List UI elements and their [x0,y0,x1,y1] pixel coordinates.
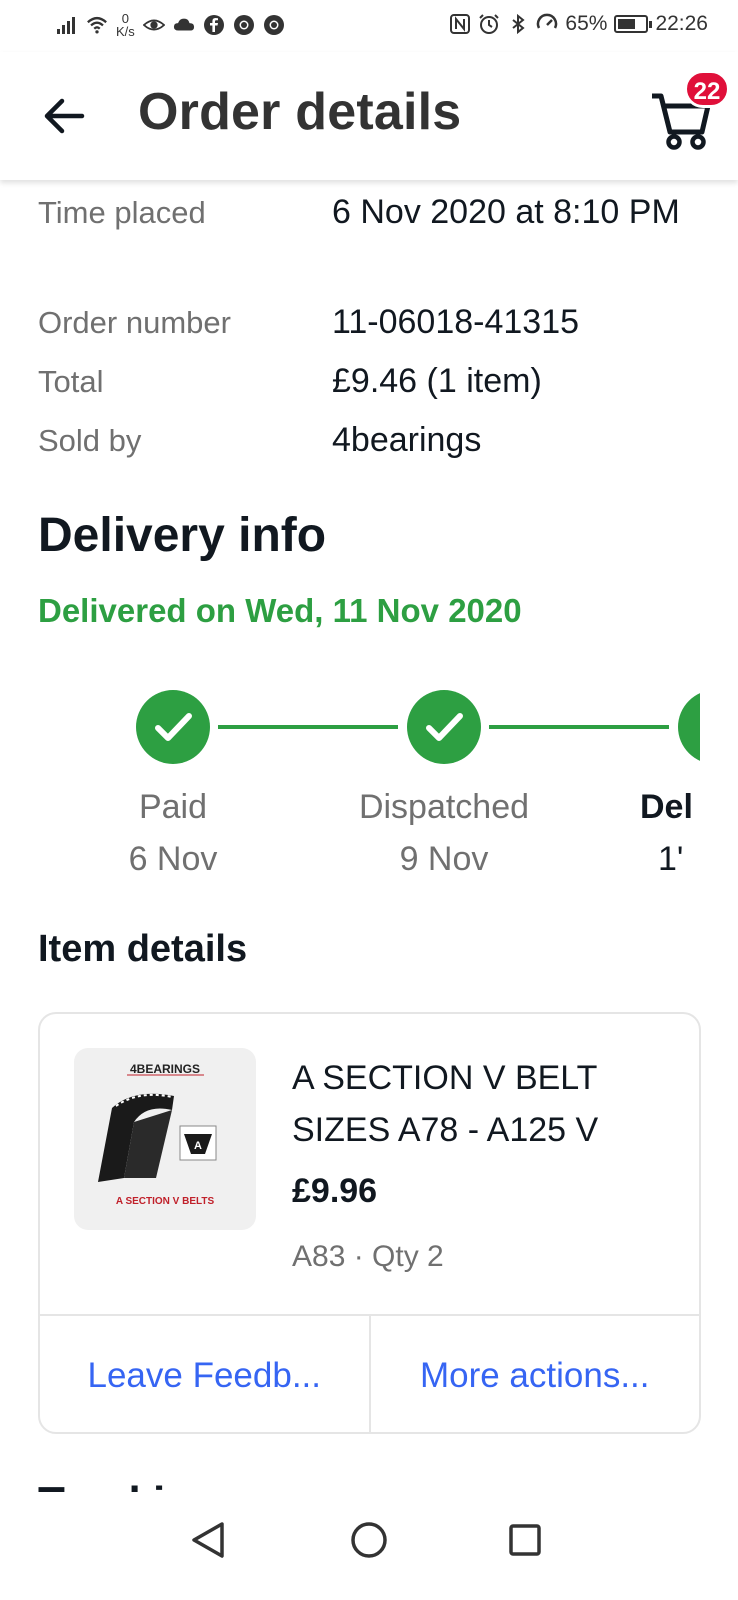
item-title[interactable]: A SECTION V BELT SIZES A78 - A125 V [292,1052,672,1156]
check-icon [426,713,463,741]
time-placed-value: 6 Nov 2020 at 8:10 PM [332,193,680,231]
step-paid-check [136,690,210,764]
chrome-icon [233,15,254,35]
alarm-icon [479,14,500,34]
belt-product-image: 4BEARINGS A A SECTION V BELTS [98,1062,217,1207]
check-icon [155,713,192,741]
sold-by-label: Sold by [38,423,142,458]
order-number-label: Order number [38,305,231,340]
seller-link[interactable]: 4bearings [332,414,692,467]
step-delivered-check [678,690,700,764]
nav-home-icon[interactable] [339,1510,399,1570]
step-dispatched-date: 9 Nov [399,840,489,878]
cart-count-badge: 22 [684,70,730,108]
step-paid-label: Paid [138,788,208,826]
time-placed-label: Time placed [38,195,206,230]
item-actions: Leave Feedb... More actions... [40,1314,700,1432]
back-arrow-icon[interactable] [38,90,90,142]
cloud-icon [173,18,194,31]
delivery-tracker: Paid 6 Nov Dispatched 9 Nov Del 1' [0,680,700,900]
app-header: Order details 22 [0,52,738,180]
status-bar-right-icons: 65% 22:26 [449,12,708,36]
total-label: Total [38,364,104,399]
leave-feedback-button[interactable]: Leave Feedb... [40,1316,369,1432]
data-saver-icon [537,13,558,29]
delivery-status: Delivered on Wed, 11 Nov 2020 [38,592,522,629]
facebook-icon [203,15,224,35]
step-dispatched-check [407,690,481,764]
order-number-row: Order number 11-06018-41315 [38,296,698,349]
step-dispatched-label: Dispatched [358,788,530,826]
item-price: £9.96 [292,1172,378,1210]
item-variant-qty: A83 · Qty 2 [292,1240,444,1273]
item-details-title: Item details [38,928,248,970]
thumb-badge: A [194,1140,202,1152]
step-connector-1 [218,725,398,729]
step-delivered-label: Del [640,788,693,826]
status-bar-left-icons: 0 K/s [56,12,285,38]
clock: 22:26 [655,12,708,35]
order-number-value: 11-06018-41315 [332,303,580,341]
thumb-brand: 4BEARINGS [130,1062,200,1076]
status-bar: 0 K/s 65% 22:26 [0,0,738,52]
item-card[interactable]: 4BEARINGS A A SECTION V BELTS A SECTION … [38,1012,701,1434]
chrome-icon-2 [263,15,284,35]
total-row: Total £9.46 (1 item) [38,355,698,408]
item-thumbnail[interactable]: 4BEARINGS A A SECTION V BELTS [74,1048,256,1230]
sold-by-row: Sold by 4bearings [38,414,698,467]
signal-icon [57,17,75,34]
time-placed-row: Time placed 6 Nov 2020 at 8:10 PM [38,186,698,292]
page-title: Order details [138,83,462,141]
nav-back-icon[interactable] [178,1510,238,1570]
eye-icon [142,19,165,31]
nav-recents-icon[interactable] [495,1510,555,1570]
net-speed-unit: K/s [116,24,135,39]
tracking-details-title-clipped: Tracking details [38,1472,358,1494]
step-connector-2 [489,725,669,729]
thumb-caption: A SECTION V BELTS [116,1196,215,1207]
step-delivered-date: 1' [658,840,684,878]
nfc-icon [450,14,471,34]
battery-percent: 65% [565,12,608,35]
delivery-info-title: Delivery info [38,509,327,562]
battery-icon [614,15,653,33]
system-nav-bar [0,1492,738,1600]
total-value: £9.46 (1 item) [332,362,542,400]
net-speed: 0 K/s [116,12,135,38]
bluetooth-icon [512,13,526,35]
wifi-icon [87,16,107,34]
step-paid-date: 6 Nov [128,840,218,878]
more-actions-button[interactable]: More actions... [368,1316,700,1432]
